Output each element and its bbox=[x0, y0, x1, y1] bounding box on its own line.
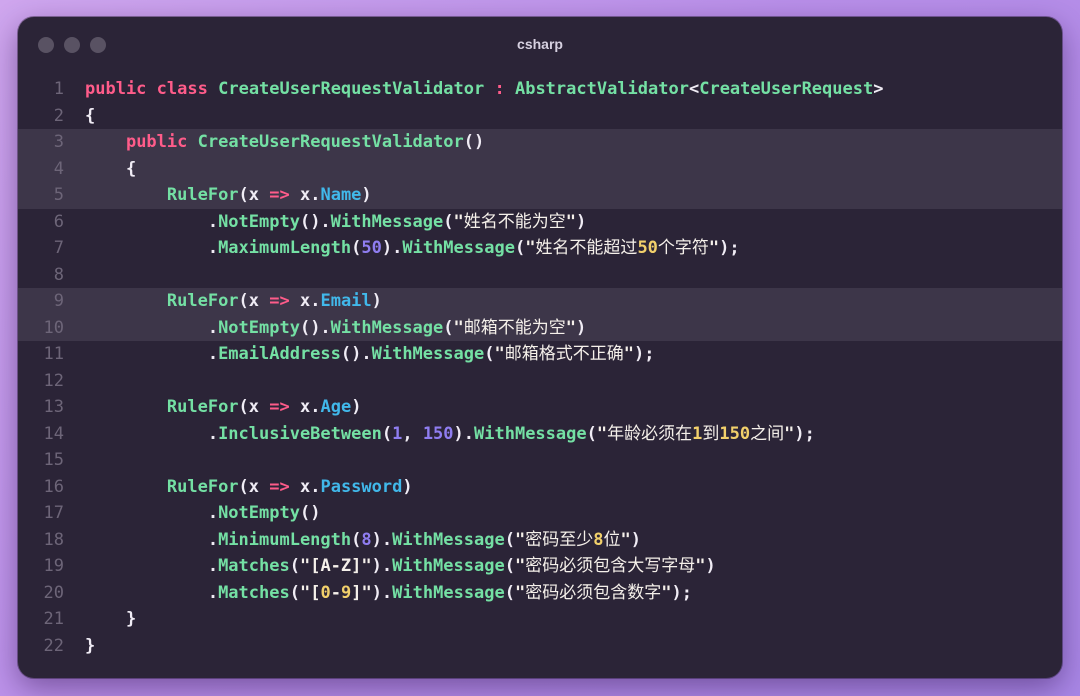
title-bar: csharp bbox=[18, 17, 1062, 75]
line-text: RuleFor(x => x.Password) bbox=[166, 476, 413, 497]
line-number: 3 bbox=[53, 132, 64, 152]
code-line: 12 bbox=[18, 368, 1062, 395]
window-title: csharp bbox=[517, 36, 563, 52]
line-text: public class CreateUserRequestValidator … bbox=[85, 79, 884, 99]
line-number: 19 bbox=[43, 556, 64, 576]
line-number: 21 bbox=[43, 609, 64, 629]
code-line: 7 .MaximumLength(50).WithMessage("姓名不能超过… bbox=[18, 235, 1062, 262]
line-number: 12 bbox=[43, 370, 64, 391]
line-number: 22 bbox=[43, 635, 64, 656]
line-number: 18 bbox=[43, 529, 64, 550]
code-line: 14 .InclusiveBetween(1, 150).WithMessage… bbox=[18, 421, 1062, 448]
line-number: 10 bbox=[43, 317, 64, 338]
code-line: 4 { bbox=[18, 155, 1062, 182]
code-line: 13 RuleFor(x => x.Age) bbox=[18, 394, 1062, 421]
code-line: 8 bbox=[18, 262, 1062, 289]
line-text: RuleFor(x => x.Age) bbox=[166, 397, 362, 417]
code-line: 9 RuleFor(x => x.Email) bbox=[18, 288, 1062, 315]
line-text: .EmailAddress().WithMessage("邮箱格式不正确"); bbox=[85, 344, 655, 364]
line-text: RuleFor(x => x.Name) bbox=[166, 185, 372, 205]
line-text: public CreateUserRequestValidator() bbox=[125, 132, 485, 152]
code-line: 1 public class CreateUserRequestValidator… bbox=[18, 76, 1062, 103]
code-line: 6 .NotEmpty().WithMessage("姓名不能为空") bbox=[18, 209, 1062, 236]
line-number: 14 bbox=[43, 423, 64, 444]
line-text: .Matches("[0-9]").WithMessage("密码必须包含数字"… bbox=[85, 582, 692, 603]
line-text: } bbox=[85, 635, 96, 656]
code-line: 15 bbox=[18, 447, 1062, 474]
line-number: 7 bbox=[53, 238, 64, 258]
code-line: 2{ bbox=[18, 103, 1062, 130]
code-line: 17 .NotEmpty() bbox=[18, 500, 1062, 527]
line-text: .InclusiveBetween(1, 150).WithMessage("年… bbox=[85, 423, 815, 444]
line-number: 2 bbox=[53, 105, 64, 126]
line-text: RuleFor(x => x.Email) bbox=[166, 291, 382, 311]
line-number: 17 bbox=[43, 503, 64, 523]
code-line: 11 .EmailAddress().WithMessage("邮箱格式不正确"… bbox=[18, 341, 1062, 368]
code-line: 16 RuleFor(x => x.Password) bbox=[18, 474, 1062, 501]
line-number: 4 bbox=[53, 158, 64, 179]
code-line: 3 public CreateUserRequestValidator() bbox=[18, 129, 1062, 156]
line-text: .NotEmpty().WithMessage("姓名不能为空") bbox=[85, 211, 587, 232]
code-line: 19 .Matches("[A-Z]").WithMessage("密码必须包含… bbox=[18, 553, 1062, 580]
code-line: 10 .NotEmpty().WithMessage("邮箱不能为空") bbox=[18, 314, 1062, 341]
line-number: 13 bbox=[43, 397, 64, 417]
line-number: 11 bbox=[43, 344, 64, 364]
line-text: .NotEmpty().WithMessage("邮箱不能为空") bbox=[85, 317, 587, 338]
line-number: 8 bbox=[53, 264, 64, 285]
line-text: .Matches("[A-Z]").WithMessage("密码必须包含大写字… bbox=[85, 556, 716, 576]
code-line: 22} bbox=[18, 633, 1062, 660]
code-block[interactable]: 1 public class CreateUserRequestValidator… bbox=[18, 76, 1062, 659]
line-text: .NotEmpty() bbox=[85, 503, 321, 523]
line-number: 6 bbox=[53, 211, 64, 232]
line-text: .MinimumLength(8).WithMessage("密码至少8位") bbox=[85, 529, 641, 550]
line-number: 1 bbox=[53, 79, 64, 99]
line-number: 9 bbox=[53, 291, 64, 311]
code-line: 20 .Matches("[0-9]").WithMessage("密码必须包含… bbox=[18, 580, 1062, 607]
code-window: csharp 1 public class CreateUserRequestVa… bbox=[18, 17, 1062, 678]
line-number: 5 bbox=[53, 185, 64, 205]
line-text: { bbox=[85, 105, 96, 126]
code-line: 18 .MinimumLength(8).WithMessage("密码至少8位… bbox=[18, 527, 1062, 554]
code-line: 21 } bbox=[18, 606, 1062, 633]
line-text: .MaximumLength(50).WithMessage("姓名不能超过50… bbox=[85, 238, 740, 258]
line-text: } bbox=[85, 609, 137, 629]
code-line: 5 RuleFor(x => x.Name) bbox=[18, 182, 1062, 209]
line-number: 16 bbox=[43, 476, 64, 497]
line-number: 15 bbox=[43, 450, 64, 470]
line-text: { bbox=[85, 158, 137, 179]
line-number: 20 bbox=[43, 582, 64, 603]
